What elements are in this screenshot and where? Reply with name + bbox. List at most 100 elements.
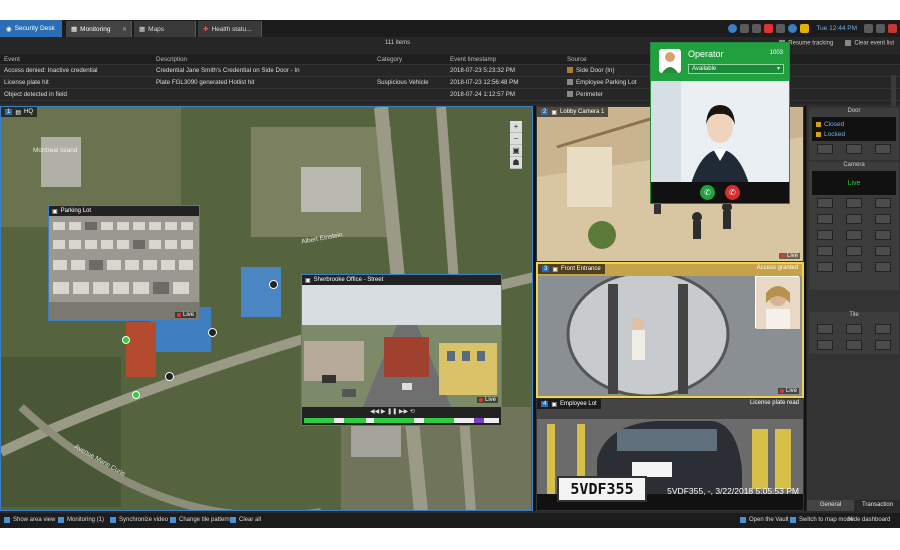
close-icon[interactable]: [888, 24, 897, 33]
tile-option-button[interactable]: [845, 324, 862, 334]
map-camera-marker[interactable]: [165, 372, 174, 381]
camera-option-button[interactable]: [845, 262, 862, 272]
decline-call-button[interactable]: ✆: [725, 185, 740, 200]
camera-playback-buttons: [809, 195, 899, 211]
cardholder-photo: [755, 276, 800, 329]
camera-title: Lobby Camera 1: [560, 109, 605, 115]
tab-general[interactable]: General: [807, 500, 854, 511]
digital-zoom-button[interactable]: [874, 230, 891, 240]
column-header-source[interactable]: Source: [567, 56, 587, 63]
synchronize-video-button[interactable]: Synchronize video: [110, 517, 168, 523]
tab-label: Maps: [148, 25, 165, 33]
map-tile-header: 1 ▤ HQ: [1, 107, 38, 117]
camera-title: Employee Lot: [560, 401, 597, 407]
playback-timeline[interactable]: [304, 418, 499, 423]
tab-transaction[interactable]: Transaction: [854, 500, 900, 511]
zoom-out-button[interactable]: −: [510, 133, 522, 145]
tile-option-button[interactable]: [817, 340, 834, 350]
accept-call-button[interactable]: ✆: [700, 185, 715, 200]
map-camera-marker[interactable]: [208, 328, 217, 337]
rewind-button[interactable]: [817, 198, 834, 208]
camera-icon: ▣: [305, 277, 311, 284]
forward-button[interactable]: [874, 198, 891, 208]
tab-label: Health statu...: [211, 25, 252, 33]
camera-option-button[interactable]: [817, 262, 834, 272]
dashboard-tabs: General Transaction: [807, 500, 900, 511]
warning-icon[interactable]: [800, 24, 810, 33]
tile-option-button[interactable]: [874, 340, 891, 350]
bottom-toolbar: Show area view Monitoring (1) Synchroniz…: [0, 513, 900, 528]
door-override-button[interactable]: [845, 144, 862, 154]
call-header: Operator 1003 Available ▾: [651, 43, 789, 81]
title-bar: ◉ Security Desk ▦ Monitoring ✕ ▦ Maps ✚ …: [0, 20, 900, 37]
tile-number: 3: [542, 266, 550, 272]
unlock-door-button[interactable]: [817, 144, 834, 154]
change-tile-pattern-button[interactable]: Change tile pattern: [170, 517, 230, 523]
camera-option-button[interactable]: [874, 246, 891, 256]
pause-button[interactable]: [845, 198, 862, 208]
maximize-icon[interactable]: [876, 24, 885, 33]
map-camera-marker[interactable]: [269, 280, 278, 289]
minimize-icon[interactable]: [864, 24, 873, 33]
tray-icon[interactable]: [740, 24, 750, 33]
tray-icon[interactable]: [752, 24, 762, 33]
door-schedule-button[interactable]: [874, 144, 891, 154]
parking-lot-popup[interactable]: ▣ Parking Lot Live: [48, 205, 200, 321]
street-video: [302, 285, 501, 409]
live-indicator: Live: [777, 388, 799, 394]
clear-all-button[interactable]: Clear all: [230, 517, 261, 523]
volume-icon[interactable]: [776, 24, 786, 33]
close-tab-icon[interactable]: ✕: [122, 26, 127, 33]
column-header-category[interactable]: Category: [377, 56, 402, 63]
ptz-button[interactable]: [817, 230, 834, 240]
clear-label: Clear event list: [854, 40, 894, 47]
camera-option-button[interactable]: [817, 246, 834, 256]
map-layers-button[interactable]: ▣: [510, 145, 522, 157]
column-header-description[interactable]: Description: [156, 56, 187, 63]
tile-option-button[interactable]: [817, 324, 834, 334]
clear-event-list-button[interactable]: Clear event list: [845, 40, 894, 47]
zoom-button[interactable]: [845, 230, 862, 240]
show-area-view-button[interactable]: Show area view: [4, 517, 55, 523]
parking-icon: [567, 79, 573, 85]
area-view-icon: [4, 517, 10, 523]
operator-call-panel[interactable]: Operator 1003 Available ▾ ✆ ✆: [650, 42, 790, 204]
security-desk-icon: ◉: [6, 25, 12, 33]
street-view-button[interactable]: ☗: [510, 157, 522, 169]
tile-option-button[interactable]: [845, 340, 862, 350]
tab-maps[interactable]: ▦ Maps: [134, 21, 196, 37]
plate-read-details: 5VDF355, -, 3/22/2018 5:05:53 PM: [667, 486, 799, 496]
globe-icon[interactable]: [788, 24, 798, 33]
map-sensor-marker[interactable]: [132, 391, 140, 399]
monitoring-button[interactable]: Monitoring (1): [58, 517, 104, 523]
monitoring-icon: ▦: [71, 26, 78, 33]
playback-buttons[interactable]: ◀◀ ▶ ❚❚ ▶▶ ⟲: [370, 408, 415, 415]
tab-monitoring[interactable]: ▦ Monitoring ✕: [66, 21, 132, 37]
notification-icon[interactable]: [728, 24, 738, 33]
camera-option-button[interactable]: [845, 246, 862, 256]
button-label: Hide dashboard: [848, 517, 891, 523]
bookmark-button[interactable]: [874, 214, 891, 224]
switch-map-mode-button[interactable]: Switch to map mode: [790, 517, 853, 523]
tab-security-desk[interactable]: ◉ Security Desk: [0, 20, 62, 37]
tile-option-button[interactable]: [874, 324, 891, 334]
open-vault-button[interactable]: Open the Vault: [740, 517, 789, 523]
sherbrooke-street-popup[interactable]: ▣ Sherbrooke Office - Street Live ◀◀ ▶ ❚…: [301, 274, 502, 426]
employee-lot-tile[interactable]: 4 ▣ Employee Lot License plate read 5VDF…: [536, 398, 804, 511]
cell-event: Access denied: Inactive credential: [4, 67, 98, 74]
zoom-in-button[interactable]: +: [510, 121, 522, 133]
snapshot-button[interactable]: [845, 214, 862, 224]
record-button[interactable]: [817, 214, 834, 224]
front-entrance-tile[interactable]: 3 ▣ Front Entrance Access granted Live: [536, 262, 804, 398]
hide-dashboard-button[interactable]: Hide dashboard: [848, 517, 890, 523]
tab-health-status[interactable]: ✚ Health statu...: [198, 21, 262, 37]
camera-option-button[interactable]: [874, 262, 891, 272]
map-tile[interactable]: 1 ▤ HQ Montreal Island Albert Einstein A…: [0, 106, 533, 511]
status-dropdown[interactable]: Available ▾: [688, 64, 784, 74]
cell-timestamp: 2018-07-23 5:23:32 PM: [450, 67, 516, 74]
tile-buttons: [809, 321, 899, 337]
column-header-timestamp[interactable]: Event timestamp: [450, 56, 496, 63]
alarm-icon[interactable]: [764, 24, 774, 33]
map-sensor-marker[interactable]: [122, 336, 130, 344]
column-header-event[interactable]: Event: [4, 56, 20, 63]
